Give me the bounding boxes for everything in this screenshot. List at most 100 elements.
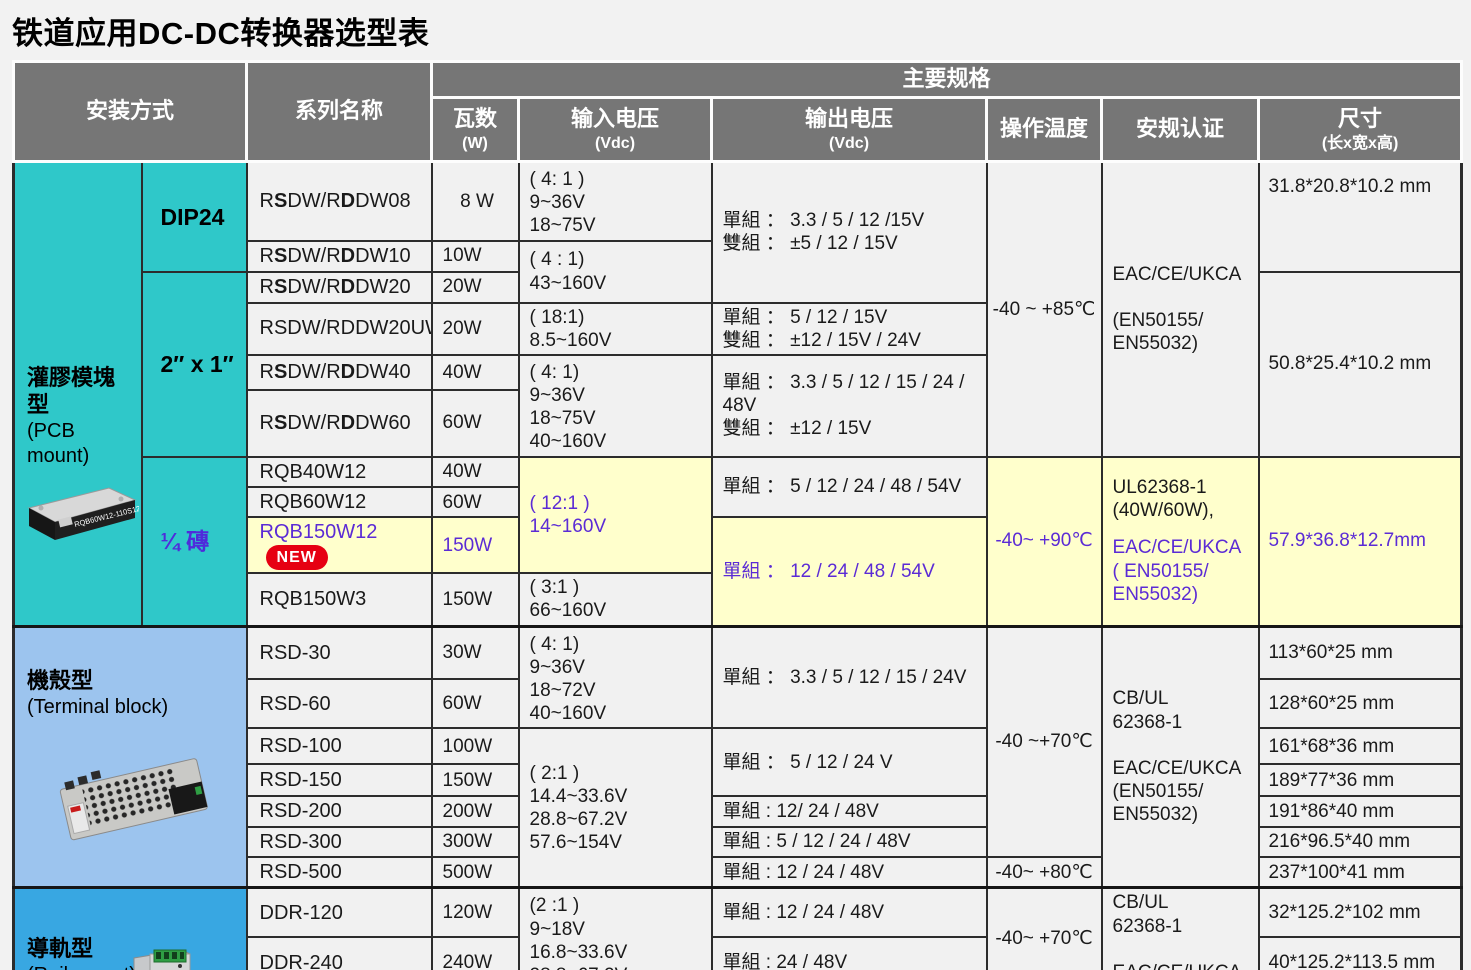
- new-badge: NEW: [266, 545, 328, 571]
- watt-cell: 500W: [432, 857, 519, 888]
- watt-cell: 200W: [432, 796, 519, 826]
- series-cell: RSDW/RDDW20UW: [247, 303, 432, 355]
- series-cell: RQB150W12NEW: [247, 517, 432, 573]
- table-row: 灌膠模塊型 (PCB mount) RQB60W12-110S12 DIP24 …: [14, 162, 1462, 241]
- vin-cell: ( 18:1) 8.5~160V: [519, 303, 712, 355]
- series-cell: RSDW/RDDW08: [247, 162, 432, 241]
- watt-cell: 150W: [432, 517, 519, 573]
- table-row: ¼ 磚 RQB40W12 40W ( 12:1 ) 14~160V 單組 ： 5…: [14, 457, 1462, 487]
- vout-cell: 單組 ： 5 / 12 / 24 / 48 / 54V: [712, 457, 987, 518]
- temp-cell: -40~ +70℃: [987, 888, 1102, 970]
- header-vout-label: 输出电压: [719, 106, 979, 133]
- dim-cell: 216*96.5*40 mm: [1259, 827, 1462, 857]
- dim-cell: 161*68*36 mm: [1259, 728, 1462, 764]
- vin-cell: ( 12:1 ) 14~160V: [519, 457, 712, 574]
- dim-cell: 50.8*25.4*10.2 mm: [1259, 272, 1462, 457]
- series-cell: RSD-300: [247, 827, 432, 857]
- dim-cell: 113*60*25 mm: [1259, 626, 1462, 679]
- temp-cell: -40 ~+70℃: [987, 626, 1102, 857]
- dim-cell: 32*125.2*102 mm: [1259, 888, 1462, 937]
- series-cell: RSD-150: [247, 764, 432, 796]
- series-text: RQB150W12: [260, 521, 378, 543]
- cert-cell: CB/UL 62368-1 EAC/CE/UKCA (EN50155/ EN55…: [1102, 888, 1259, 970]
- cert-ul-text: UL62368-1 (40W/60W),: [1113, 476, 1252, 522]
- pcb-module-image: RQB60W12-110S12: [21, 482, 135, 550]
- mount-label-en: (Terminal block): [21, 695, 240, 719]
- din-rail-psu-image: [94, 940, 222, 970]
- vout-cell: 單組 ： 5 / 12 / 15V 雙組 ： ±12 / 15V / 24V: [712, 303, 987, 355]
- watt-cell: 30W: [432, 626, 519, 679]
- watt-cell: 40W: [432, 355, 519, 390]
- series-cell: RQB40W12: [247, 457, 432, 487]
- vout-cell: 單組 : 12 / 24 / 48V: [712, 888, 987, 937]
- series-cell: DDR-240: [247, 937, 432, 970]
- series-cell: RSD-30: [247, 626, 432, 679]
- terminal-block-psu-image: [21, 746, 240, 852]
- table-row: 機殼型 (Terminal block): [14, 626, 1462, 679]
- form-cell-quarter-brick: ¼ 磚: [142, 457, 247, 627]
- vout-cell: 單組 ： 3.3 / 5 / 12 / 15 / 24V: [712, 626, 987, 728]
- vin-cell: ( 3:1 ) 66~160V: [519, 573, 712, 626]
- mount-label: 灌膠模塊型: [21, 365, 135, 419]
- vout-cell: 單組 : 12/ 24 / 48V: [712, 796, 987, 826]
- watt-cell: 150W: [432, 573, 519, 626]
- vout-cell: 單組 ： 5 / 12 / 24 V: [712, 728, 987, 796]
- temp-cell: -40~ +90℃: [987, 457, 1102, 627]
- header-vout-unit: (Vdc): [719, 134, 979, 154]
- temp-cell: -40 ~ +85℃: [987, 162, 1102, 457]
- mount-cell-rail: 導軌型 (Rail mount): [14, 888, 247, 970]
- dim-cell: 57.9*36.8*12.7mm: [1259, 457, 1462, 627]
- series-cell: RSDW/RDDW40: [247, 355, 432, 390]
- header-dim-label: 尺寸: [1266, 106, 1454, 133]
- vout-cell: 單組 : 24 / 48V: [712, 937, 987, 970]
- header-vin: 输入电压 (Vdc): [519, 98, 712, 162]
- vout-cell: 單組 ： 3.3 / 5 / 12 / 15 / 24 / 48V 雙組 ： ±…: [712, 355, 987, 457]
- header-vin-label: 输入电压: [526, 106, 704, 133]
- series-cell: RSDW/RDDW10: [247, 241, 432, 272]
- watt-cell: 150W: [432, 764, 519, 796]
- header-vout: 输出电压 (Vdc): [712, 98, 987, 162]
- mount-label: 機殼型: [21, 668, 240, 695]
- watt-cell: 240W: [432, 937, 519, 970]
- series-cell: RSD-60: [247, 679, 432, 728]
- series-cell: RSD-100: [247, 728, 432, 764]
- cert-cell: EAC/CE/UKCA (EN50155/ EN55032): [1102, 162, 1259, 457]
- watt-cell: 120W: [432, 888, 519, 937]
- header-watt: 瓦数 (W): [432, 98, 519, 162]
- page-title: 铁道应用DC-DC转换器选型表: [12, 8, 1461, 53]
- vin-cell: (2 :1 ) 9~18V 16.8~33.6V 28.8~67.2V 57.6…: [519, 888, 712, 970]
- series-cell: RSDW/RDDW60: [247, 390, 432, 457]
- cert-eac-text: EAC/CE/UKCA ( EN50155/ EN55032): [1113, 536, 1252, 606]
- series-cell: RSD-500: [247, 857, 432, 888]
- vin-cell: ( 4: 1 ) 9~36V 18~75V: [519, 162, 712, 241]
- dim-cell: 128*60*25 mm: [1259, 679, 1462, 728]
- header-vin-unit: (Vdc): [526, 134, 704, 154]
- series-text: R: [260, 190, 274, 212]
- series-cell: RQB150W3: [247, 573, 432, 626]
- header-watt-unit: (W): [439, 134, 511, 154]
- watt-cell: 60W: [432, 679, 519, 728]
- form-cell-dip24: DIP24: [142, 162, 247, 272]
- vin-cell: ( 4: 1) 9~36V 18~75V 40~160V: [519, 355, 712, 457]
- header-cert: 安规认证: [1102, 98, 1259, 162]
- mount-cell-terminal-block: 機殼型 (Terminal block): [14, 626, 247, 888]
- cert-cell: CB/UL 62368-1 EAC/CE/UKCA (EN50155/ EN55…: [1102, 626, 1259, 888]
- series-cell: DDR-120: [247, 888, 432, 937]
- table-row: 導軌型 (Rail mount): [14, 888, 1462, 937]
- watt-cell: 60W: [432, 487, 519, 517]
- header-row-1: 安装方式 系列名称 主要规格: [14, 62, 1462, 98]
- series-cell: RQB60W12: [247, 487, 432, 517]
- page: 铁道应用DC-DC转换器选型表 安装方式 系列名称 主要规格 瓦数 (W) 输入…: [0, 0, 1471, 970]
- watt-cell: 8 W: [432, 162, 519, 241]
- vin-cell: ( 4: 1) 9~36V 18~72V 40~160V: [519, 626, 712, 728]
- form-cell-2x1: 2″ x 1″: [142, 272, 247, 457]
- dim-cell: 191*86*40 mm: [1259, 796, 1462, 826]
- watt-cell: 10W: [432, 241, 519, 272]
- header-temp: 操作温度: [987, 98, 1102, 162]
- temp-cell: -40~ +80℃: [987, 857, 1102, 888]
- watt-cell: 60W: [432, 390, 519, 457]
- watt-cell: 300W: [432, 827, 519, 857]
- dim-cell: 40*125.2*113.5 mm: [1259, 937, 1462, 970]
- dim-cell: 189*77*36 mm: [1259, 764, 1462, 796]
- mount-cell-pcb: 灌膠模塊型 (PCB mount) RQB60W12-110S12: [14, 162, 142, 627]
